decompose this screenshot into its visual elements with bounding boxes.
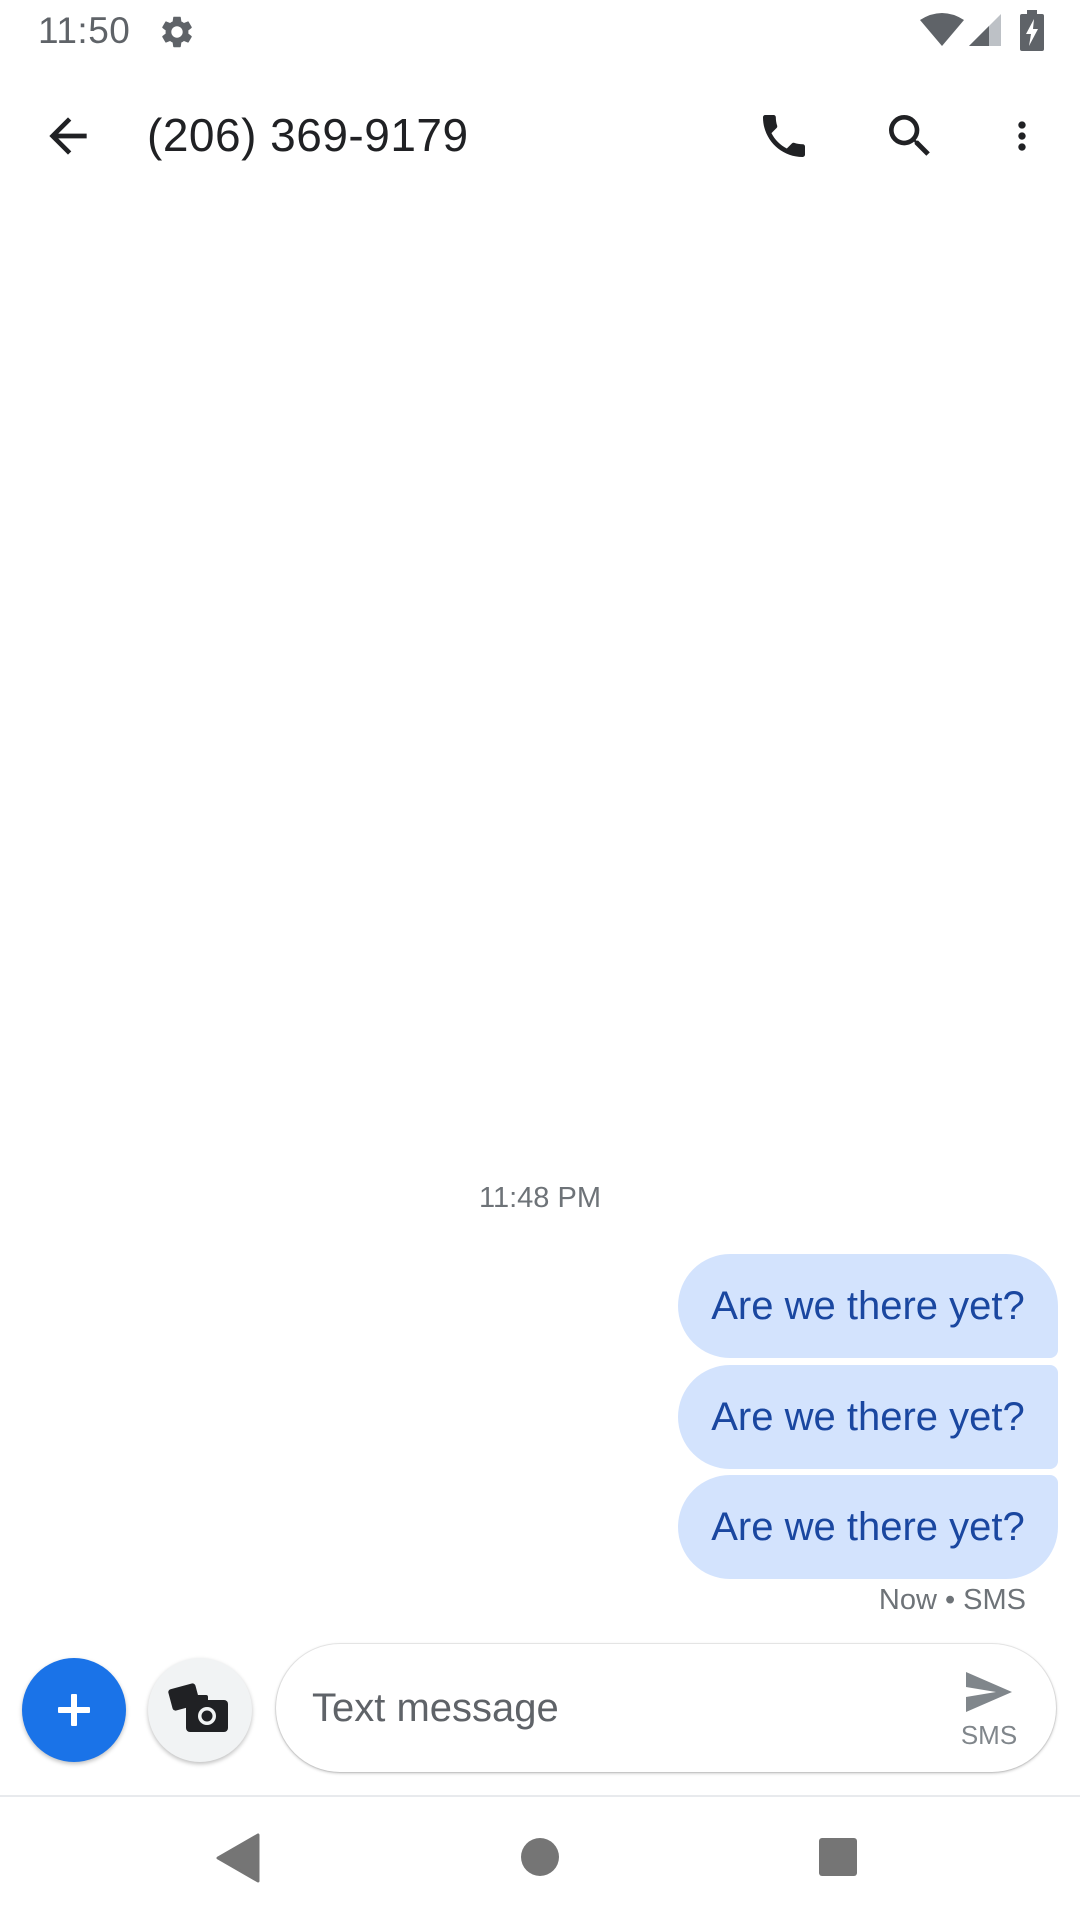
wifi-icon bbox=[920, 13, 964, 46]
battery-charging-icon bbox=[1020, 10, 1044, 51]
phone-icon[interactable] bbox=[756, 108, 812, 164]
gear-icon bbox=[162, 16, 192, 48]
send-mode-label: SMS bbox=[960, 1720, 1018, 1750]
message-text: Are we there yet? bbox=[711, 1504, 1025, 1549]
nav-back-icon[interactable] bbox=[214, 1833, 260, 1883]
camera-gallery-button[interactable] bbox=[148, 1658, 252, 1762]
message-input[interactable] bbox=[312, 1682, 872, 1734]
search-icon[interactable] bbox=[882, 108, 938, 164]
system-nav-bar bbox=[0, 1797, 1080, 1920]
compose-field: SMS bbox=[276, 1644, 1056, 1772]
plus-icon bbox=[58, 1694, 90, 1726]
more-vert-icon[interactable] bbox=[1000, 108, 1044, 164]
conversation-title: (206) 369-9179 bbox=[147, 109, 469, 161]
nav-recents-icon[interactable] bbox=[818, 1837, 858, 1877]
message-bubble[interactable]: Are we there yet? bbox=[678, 1475, 1058, 1579]
messaging-screen: 11:50 (206) 369-9179 11:48 PM Are we the… bbox=[0, 0, 1080, 1920]
message-text: Are we there yet? bbox=[711, 1283, 1025, 1328]
message-bubble[interactable]: Are we there yet? bbox=[678, 1365, 1058, 1469]
send-icon bbox=[966, 1672, 1012, 1712]
nav-home-icon[interactable] bbox=[520, 1837, 560, 1877]
status-time: 11:50 bbox=[38, 10, 131, 51]
message-status: Now • SMS bbox=[878, 1584, 1026, 1616]
camera-gallery-icon bbox=[168, 1683, 228, 1732]
send-button[interactable]: SMS bbox=[944, 1658, 1034, 1758]
message-text: Are we there yet? bbox=[711, 1394, 1025, 1439]
status-bar: 11:50 bbox=[0, 0, 1080, 64]
signal-icon bbox=[969, 14, 1001, 46]
arrow-back-icon[interactable] bbox=[40, 108, 96, 164]
message-timestamp: 11:48 PM bbox=[479, 1182, 601, 1214]
add-attachment-button[interactable] bbox=[22, 1658, 126, 1762]
top-app-bar: (206) 369-9179 bbox=[0, 64, 1080, 208]
message-bubble[interactable]: Are we there yet? bbox=[678, 1254, 1058, 1358]
